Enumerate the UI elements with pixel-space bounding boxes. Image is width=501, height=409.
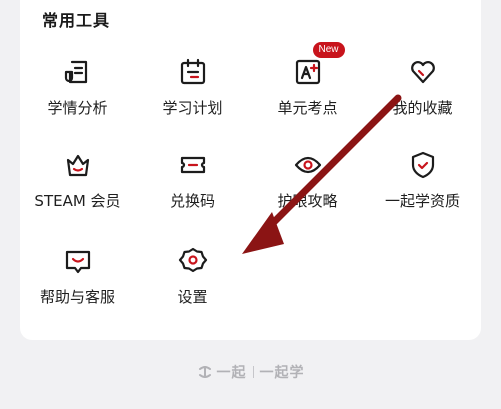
tool-credentials[interactable]: 一起学资质 <box>365 150 480 230</box>
heart-icon <box>408 57 438 87</box>
tool-label: 一起学资质 <box>384 192 460 210</box>
tool-eye-care[interactable]: 护眼攻略 <box>250 150 365 230</box>
tool-favorites[interactable]: 我的收藏 <box>365 57 480 137</box>
help-chat-icon <box>63 246 93 276</box>
tool-study-plan[interactable]: 学习计划 <box>135 57 250 137</box>
tool-label: 我的收藏 <box>392 99 453 117</box>
tool-label: 设置 <box>177 288 208 306</box>
crown-icon <box>63 150 93 180</box>
calendar-icon <box>178 57 208 87</box>
tool-redeem-code[interactable]: 兑换码 <box>135 150 250 230</box>
tool-label: 兑换码 <box>169 192 215 210</box>
shield-check-icon <box>408 150 438 180</box>
tool-settings[interactable]: 设置 <box>135 246 250 326</box>
tool-label: 单元考点 <box>277 99 338 117</box>
tool-label: STEAM 会员 <box>34 192 121 210</box>
brand-name-b: 一起学 <box>259 365 305 381</box>
brand-name-a: 一起 <box>216 365 247 381</box>
tool-label: 帮助与客服 <box>39 288 115 306</box>
tool-help-support[interactable]: 帮助与客服 <box>20 246 135 326</box>
tool-unit-points[interactable]: New 单元考点 <box>250 42 365 137</box>
a-plus-icon: New <box>293 42 345 87</box>
brand-divider <box>252 366 254 378</box>
tool-steam-member[interactable]: STEAM 会员 <box>20 150 135 230</box>
tools-card: 常用工具 学情分析 学习计划 New 单元考点 我的收藏 STEAM 会员 兑换… <box>20 0 481 340</box>
tool-learning-analysis[interactable]: 学情分析 <box>20 57 135 137</box>
report-icon <box>63 57 93 87</box>
new-badge: New <box>312 42 345 58</box>
eye-icon <box>293 150 323 180</box>
ticket-icon <box>178 150 208 180</box>
tool-label: 护眼攻略 <box>277 192 338 210</box>
brand-logo-icon <box>197 364 213 380</box>
section-title: 常用工具 <box>42 11 111 30</box>
footer-logo: 一起 一起学 <box>0 362 501 382</box>
gear-icon <box>178 246 208 276</box>
tool-label: 学习计划 <box>162 99 223 117</box>
tool-label: 学情分析 <box>47 99 108 117</box>
